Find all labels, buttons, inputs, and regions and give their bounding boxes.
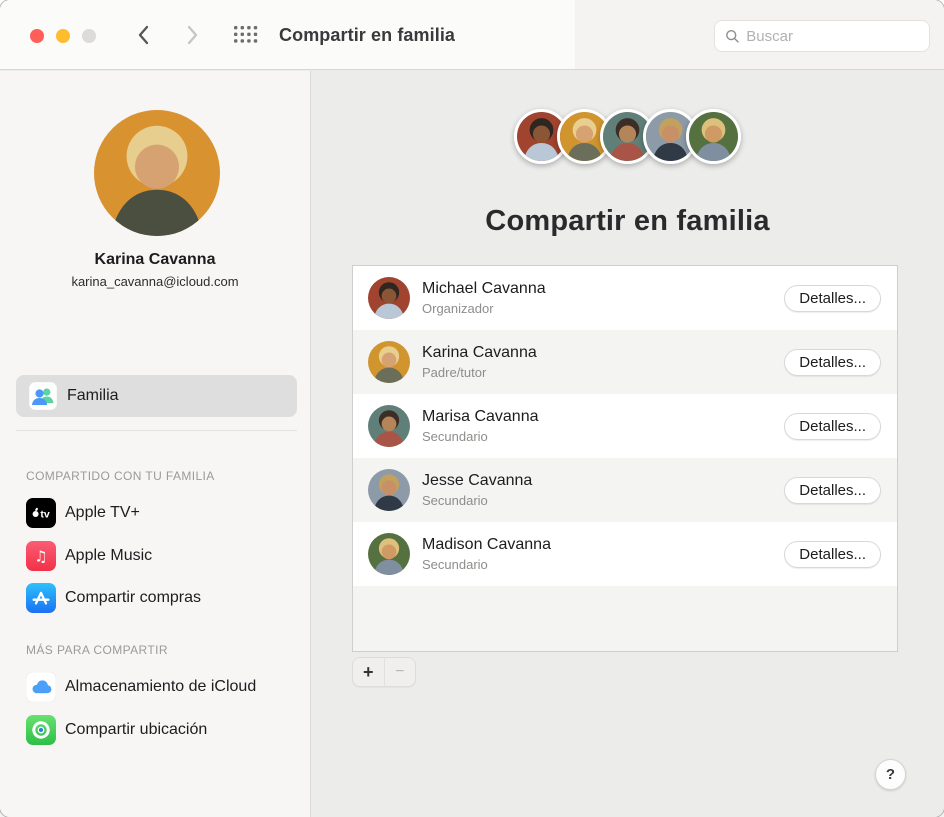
member-name: Marisa Cavanna bbox=[422, 408, 772, 426]
member-role: Secundario bbox=[422, 557, 772, 572]
user-email: karina_cavanna@icloud.com bbox=[0, 274, 310, 289]
sidebar-item-apple-music[interactable]: ♫ Apple Music bbox=[26, 538, 296, 574]
page-title: Compartir en familia bbox=[311, 205, 944, 238]
user-avatar bbox=[94, 110, 220, 236]
show-all-preferences-button[interactable] bbox=[234, 26, 258, 49]
member-role: Secundario bbox=[422, 493, 772, 508]
toolbar: Compartir en familia bbox=[0, 0, 944, 70]
sidebar-divider bbox=[16, 430, 297, 431]
family-avatar-madison bbox=[686, 109, 741, 164]
chevron-left-icon bbox=[137, 25, 149, 45]
member-name: Michael Cavanna bbox=[422, 280, 772, 298]
add-member-button[interactable]: + bbox=[353, 658, 385, 686]
section-header-shared: COMPARTIDO CON TU FAMILIA bbox=[26, 469, 215, 483]
member-info: Jesse Cavanna Secundario bbox=[422, 472, 772, 508]
member-name: Jesse Cavanna bbox=[422, 472, 772, 490]
icloud-icon bbox=[26, 672, 56, 702]
add-remove-segmented-control: + − bbox=[352, 657, 416, 687]
member-row-jesse[interactable]: Jesse Cavanna Secundario Detalles... bbox=[353, 458, 897, 522]
forward-button[interactable] bbox=[182, 23, 204, 47]
user-name: Karina Cavanna bbox=[0, 251, 310, 269]
search-input[interactable] bbox=[746, 28, 919, 45]
member-avatar bbox=[368, 469, 410, 511]
member-row-karina[interactable]: Karina Cavanna Padre/tutor Detalles... bbox=[353, 330, 897, 394]
sidebar-item-label: Compartir ubicación bbox=[65, 721, 207, 739]
apple-tv-icon: tv bbox=[26, 498, 56, 528]
grid-icon bbox=[234, 26, 258, 44]
sidebar-item-apple-tv[interactable]: tv Apple TV+ bbox=[26, 495, 296, 531]
member-avatar bbox=[368, 405, 410, 447]
zoom-window-button[interactable] bbox=[82, 29, 96, 43]
member-row-michael[interactable]: Michael Cavanna Organizador Detalles... bbox=[353, 266, 897, 330]
minimize-window-button[interactable] bbox=[56, 29, 70, 43]
back-button[interactable] bbox=[132, 23, 154, 47]
sidebar-item-label: Familia bbox=[67, 387, 119, 405]
details-button[interactable]: Detalles... bbox=[784, 413, 881, 440]
sidebar-item-label: Apple Music bbox=[65, 547, 152, 565]
details-button[interactable]: Detalles... bbox=[784, 541, 881, 568]
remove-member-button[interactable]: − bbox=[385, 658, 416, 686]
member-row-madison[interactable]: Madison Cavanna Secundario Detalles... bbox=[353, 522, 897, 586]
member-role: Secundario bbox=[422, 429, 772, 444]
member-avatar bbox=[368, 277, 410, 319]
member-name: Karina Cavanna bbox=[422, 344, 772, 362]
svg-text:tv: tv bbox=[40, 509, 49, 521]
section-header-more: MÁS PARA COMPARTIR bbox=[26, 643, 168, 657]
sidebar-item-label: Compartir compras bbox=[65, 589, 201, 607]
svg-text:♫: ♫ bbox=[34, 548, 47, 566]
sidebar-item-compartir-ubicacion[interactable]: Compartir ubicación bbox=[26, 712, 296, 748]
member-role: Organizador bbox=[422, 301, 772, 316]
details-button[interactable]: Detalles... bbox=[784, 349, 881, 376]
family-members-list: Michael Cavanna Organizador Detalles... … bbox=[352, 265, 898, 652]
find-my-icon bbox=[26, 715, 56, 745]
family-avatars-cluster bbox=[311, 109, 944, 164]
avatar-image bbox=[94, 110, 220, 236]
sidebar-item-label: Almacenamiento de iCloud bbox=[65, 678, 256, 696]
member-info: Karina Cavanna Padre/tutor bbox=[422, 344, 772, 380]
search-icon bbox=[725, 28, 739, 44]
member-avatar bbox=[368, 341, 410, 383]
help-button[interactable]: ? bbox=[875, 759, 906, 790]
member-row-marisa[interactable]: Marisa Cavanna Secundario Detalles... bbox=[353, 394, 897, 458]
member-avatar bbox=[368, 533, 410, 575]
search-field[interactable] bbox=[714, 20, 930, 52]
member-info: Marisa Cavanna Secundario bbox=[422, 408, 772, 444]
family-sharing-window: Compartir en familia Karina Cavanna kari… bbox=[0, 0, 944, 817]
sidebar-item-icloud-storage[interactable]: Almacenamiento de iCloud bbox=[26, 669, 296, 705]
close-window-button[interactable] bbox=[30, 29, 44, 43]
chevron-right-icon bbox=[187, 25, 199, 45]
apple-music-icon: ♫ bbox=[26, 541, 56, 571]
main-panel: Compartir en familia Michael Cavanna Org… bbox=[311, 71, 944, 817]
member-name: Madison Cavanna bbox=[422, 536, 772, 554]
details-button[interactable]: Detalles... bbox=[784, 285, 881, 312]
member-info: Madison Cavanna Secundario bbox=[422, 536, 772, 572]
sidebar-item-label: Apple TV+ bbox=[65, 504, 140, 522]
sidebar-item-familia[interactable]: Familia bbox=[16, 375, 297, 417]
window-title: Compartir en familia bbox=[279, 0, 455, 70]
member-info: Michael Cavanna Organizador bbox=[422, 280, 772, 316]
sidebar: Karina Cavanna karina_cavanna@icloud.com… bbox=[0, 71, 311, 817]
sidebar-item-compartir-compras[interactable]: Compartir compras bbox=[26, 580, 296, 616]
member-role: Padre/tutor bbox=[422, 365, 772, 380]
family-icon bbox=[29, 382, 57, 410]
app-store-icon bbox=[26, 583, 56, 613]
details-button[interactable]: Detalles... bbox=[784, 477, 881, 504]
